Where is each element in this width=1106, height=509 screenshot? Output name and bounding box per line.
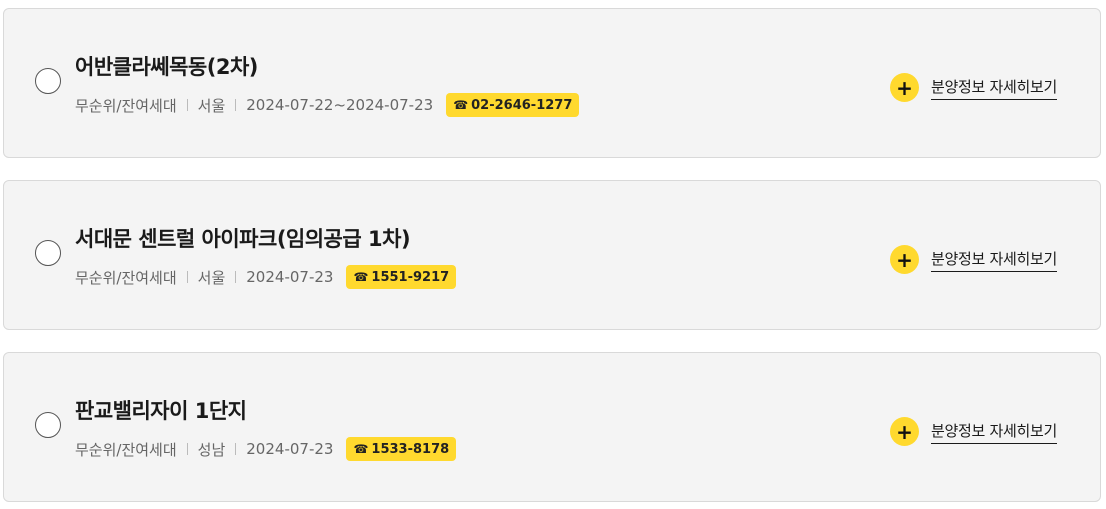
select-radio[interactable] xyxy=(35,412,61,438)
detail-link[interactable]: + 분양정보 자세히보기 xyxy=(890,73,1057,102)
schedule-date: 2024-07-23 xyxy=(246,268,334,286)
listing-title: 서대문 센트럴 아이파크(임의공급 1차) xyxy=(75,227,411,251)
listing-title: 어반클라쎄목동(2차) xyxy=(75,55,258,79)
region: 서울 xyxy=(197,268,226,287)
phone-badge[interactable]: ☎ 1533-8178 xyxy=(346,437,457,461)
phone-icon: ☎ xyxy=(353,442,369,456)
schedule-date: 2024-07-23 xyxy=(246,440,334,458)
divider xyxy=(235,99,237,111)
detail-link-label[interactable]: 분양정보 자세히보기 xyxy=(931,420,1057,444)
plus-icon: + xyxy=(890,417,919,446)
listing-card[interactable]: 어반클라쎄목동(2차) 무순위/잔여세대 서울 2024-07-22~2024-… xyxy=(3,8,1101,158)
detail-link[interactable]: + 분양정보 자세히보기 xyxy=(890,245,1057,274)
divider xyxy=(186,99,188,111)
region: 성남 xyxy=(197,440,226,459)
listing-title: 판교밸리자이 1단지 xyxy=(75,399,247,423)
phone-badge[interactable]: ☎ 02-2646-1277 xyxy=(446,93,580,117)
detail-link-label[interactable]: 분양정보 자세히보기 xyxy=(931,76,1057,100)
phone-number: 1551-9217 xyxy=(371,269,450,285)
listing-card[interactable]: 서대문 센트럴 아이파크(임의공급 1차) 무순위/잔여세대 서울 2024-0… xyxy=(3,180,1101,330)
select-radio[interactable] xyxy=(35,240,61,266)
supply-type: 무순위/잔여세대 xyxy=(75,440,177,459)
phone-badge[interactable]: ☎ 1551-9217 xyxy=(346,265,457,289)
detail-link[interactable]: + 분양정보 자세히보기 xyxy=(890,417,1057,446)
phone-icon: ☎ xyxy=(453,98,469,112)
detail-link-label[interactable]: 분양정보 자세히보기 xyxy=(931,248,1057,272)
divider xyxy=(235,443,237,455)
listing-meta: 무순위/잔여세대 서울 2024-07-22~2024-07-23 ☎ 02-2… xyxy=(75,93,580,117)
phone-number: 1533-8178 xyxy=(371,441,450,457)
schedule-date: 2024-07-22~2024-07-23 xyxy=(246,96,434,114)
region: 서울 xyxy=(197,96,226,115)
supply-type: 무순위/잔여세대 xyxy=(75,268,177,287)
phone-number: 02-2646-1277 xyxy=(471,97,573,113)
listing-card[interactable]: 판교밸리자이 1단지 무순위/잔여세대 성남 2024-07-23 ☎ 1533… xyxy=(3,352,1101,502)
plus-icon: + xyxy=(890,245,919,274)
plus-icon: + xyxy=(890,73,919,102)
supply-type: 무순위/잔여세대 xyxy=(75,96,177,115)
listing-list: 어반클라쎄목동(2차) 무순위/잔여세대 서울 2024-07-22~2024-… xyxy=(0,0,1106,509)
phone-icon: ☎ xyxy=(353,270,369,284)
divider xyxy=(186,271,188,283)
divider xyxy=(186,443,188,455)
select-radio[interactable] xyxy=(35,68,61,94)
listing-meta: 무순위/잔여세대 서울 2024-07-23 ☎ 1551-9217 xyxy=(75,265,457,289)
divider xyxy=(235,271,237,283)
listing-meta: 무순위/잔여세대 성남 2024-07-23 ☎ 1533-8178 xyxy=(75,437,457,461)
